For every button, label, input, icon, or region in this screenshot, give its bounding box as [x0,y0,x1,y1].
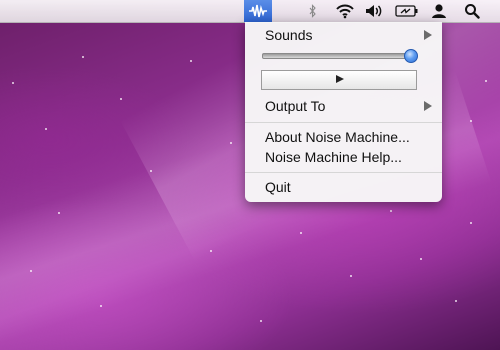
bluetooth-icon [309,4,316,18]
wifi-status[interactable] [332,0,358,22]
star [390,210,392,212]
menu-item-quit[interactable]: Quit [245,177,442,197]
star [260,320,262,322]
noise-machine-menu-extra[interactable] [244,0,272,22]
noise-machine-dropdown-menu: Sounds Output To About Noise Machine... … [245,22,442,202]
menu-separator [245,172,442,173]
battery-status[interactable] [393,0,421,22]
volume-slider-track[interactable] [262,53,412,59]
menu-item-output-to[interactable]: Output To [245,96,442,116]
play-button[interactable] [261,70,417,90]
user-icon [432,4,446,18]
user-menu[interactable] [427,0,451,22]
battery-icon [395,5,418,17]
star [485,80,487,82]
star [210,250,212,252]
volume-slider-knob[interactable] [404,49,418,63]
submenu-arrow-icon [424,30,432,40]
star [12,82,14,84]
star [58,212,60,214]
star [230,142,232,144]
menu-item-sounds[interactable]: Sounds [245,25,442,45]
menu-bar [0,0,500,23]
menu-item-about-label: About Noise Machine... [265,129,410,145]
star [150,170,152,172]
star [455,300,457,302]
star [120,98,122,100]
menu-item-quit-label: Quit [265,179,291,195]
star [30,270,32,272]
menu-item-sounds-label: Sounds [265,27,313,43]
menu-item-help[interactable]: Noise Machine Help... [245,147,442,167]
wifi-icon [336,4,354,19]
star [82,56,84,58]
menu-item-help-label: Noise Machine Help... [265,149,402,165]
play-icon [336,75,344,83]
menu-item-about[interactable]: About Noise Machine... [245,127,442,147]
menu-separator [245,122,442,123]
spotlight-icon [465,4,480,19]
bluetooth-status[interactable] [306,0,320,22]
submenu-arrow-icon [424,101,432,111]
star [420,258,422,260]
star [100,305,102,307]
star [470,120,472,122]
volume-status[interactable] [362,0,388,22]
star [470,222,472,224]
menu-item-output-to-label: Output To [265,98,326,114]
noise-machine-icon [249,4,267,18]
spotlight-button[interactable] [460,0,484,22]
volume-icon [366,5,382,17]
star [45,128,47,130]
star [350,275,352,277]
star [190,60,192,62]
star [300,232,302,234]
